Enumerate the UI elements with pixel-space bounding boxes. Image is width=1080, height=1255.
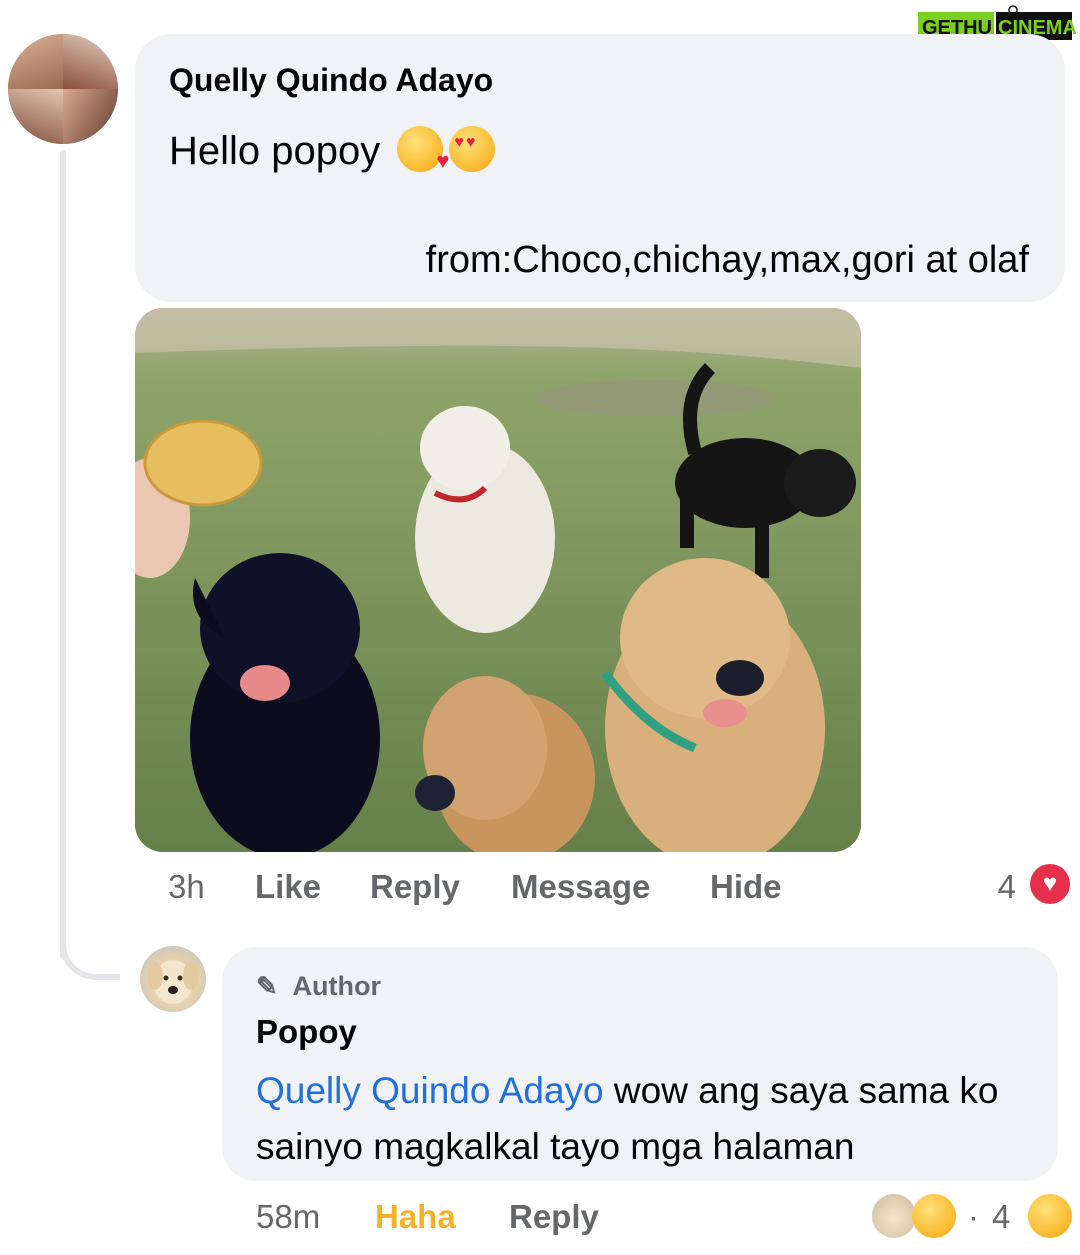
like-button[interactable]: Like — [255, 868, 321, 908]
reply-author-name[interactable]: Popoy — [256, 1013, 357, 1051]
author-badge-label: Author — [292, 971, 381, 1001]
reply-button[interactable]: Reply — [370, 868, 460, 908]
thread-connector — [60, 920, 120, 980]
comment-text-line: Hello popoy — [169, 126, 496, 174]
author-badge: ✎ Author — [256, 971, 381, 1002]
comment-text: Hello popoy — [169, 129, 381, 173]
hide-button[interactable]: Hide — [710, 868, 782, 908]
laughing-emoji-icon — [1028, 1194, 1072, 1238]
kissing-face-emoji-icon — [397, 126, 449, 174]
comment-signature: from:Choco,chichay,max,gori at olaf — [425, 239, 1029, 281]
microphone-icon: ✎ — [256, 971, 278, 1001]
reaction-separator: · — [968, 1198, 979, 1235]
message-button[interactable]: Message — [511, 868, 650, 908]
mention-link[interactable]: Quelly Quindo Adayo — [256, 1070, 604, 1111]
reply-reaction-count[interactable]: 4 — [992, 1198, 1010, 1236]
reactor-dog-avatar[interactable] — [872, 1194, 916, 1238]
heart-reaction-icon[interactable]: ♥ — [1028, 862, 1072, 906]
commenter-avatar[interactable] — [8, 34, 118, 144]
dog-avatar-icon — [147, 960, 199, 1004]
heart-eyes-emoji-icon — [449, 126, 496, 172]
thread-line — [60, 150, 66, 960]
reply-time[interactable]: 58m — [256, 1198, 320, 1236]
comment-time[interactable]: 3h — [168, 868, 205, 908]
commenter-name[interactable]: Quelly Quindo Adayo — [169, 62, 493, 99]
heart-icon: ♥ — [1030, 864, 1070, 904]
reply-author-avatar[interactable] — [140, 946, 206, 1012]
dogs-photo-illustration — [135, 308, 861, 852]
reply-bubble: ✎ Author Popoy Quelly Quindo Adayo wow a… — [222, 947, 1058, 1181]
haha-reaction-button[interactable]: Haha — [375, 1198, 456, 1236]
laughing-emoji-icon — [912, 1194, 956, 1238]
reply-reply-button[interactable]: Reply — [509, 1198, 599, 1236]
reply-text: Quelly Quindo Adayo wow ang saya sama ko… — [256, 1063, 1046, 1175]
comment-photo[interactable] — [135, 308, 861, 852]
comment-bubble: Quelly Quindo Adayo Hello popoy from:Cho… — [135, 34, 1065, 302]
comment-reaction-count[interactable]: 4 — [998, 868, 1016, 906]
